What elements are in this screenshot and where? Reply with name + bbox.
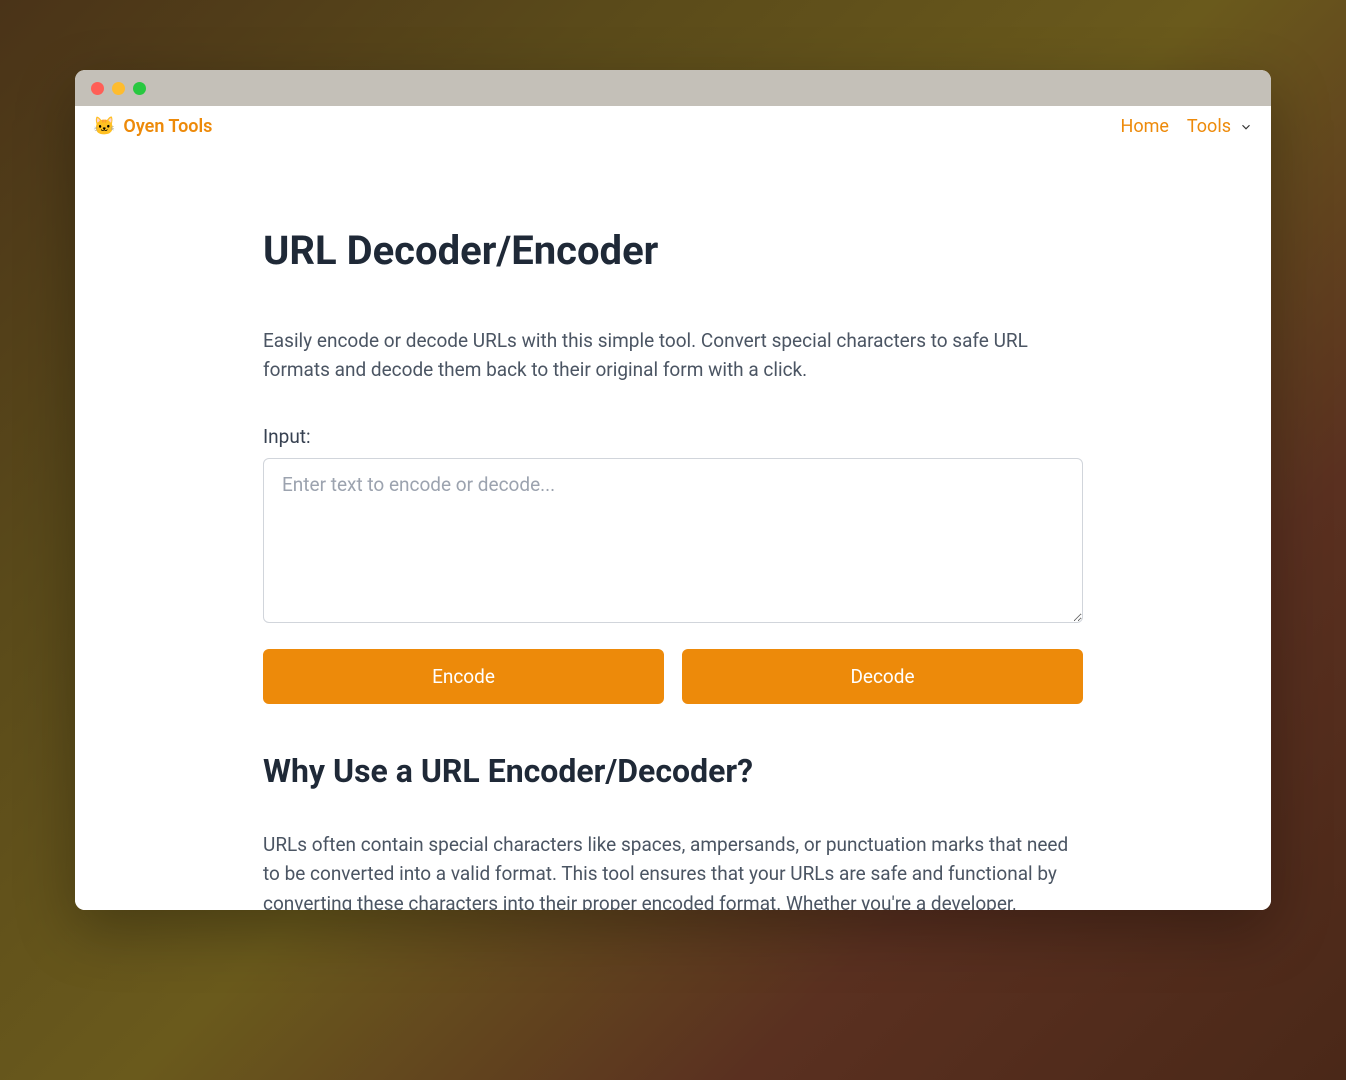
- page-title: URL Decoder/Encoder: [263, 227, 1083, 274]
- chevron-down-icon: [1239, 120, 1253, 134]
- nav-home-link[interactable]: Home: [1120, 116, 1168, 137]
- nav-tools-label: Tools: [1187, 116, 1231, 137]
- brand-name: Oyen Tools: [123, 116, 212, 137]
- browser-window: 🐱 Oyen Tools Home Tools URL Decoder/Enco…: [75, 70, 1271, 910]
- section-title: Why Use a URL Encoder/Decoder?: [263, 752, 1083, 790]
- navbar: 🐱 Oyen Tools Home Tools: [75, 106, 1271, 147]
- brand-link[interactable]: 🐱 Oyen Tools: [93, 116, 212, 137]
- close-window-button[interactable]: [91, 82, 104, 95]
- maximize-window-button[interactable]: [133, 82, 146, 95]
- page-content: 🐱 Oyen Tools Home Tools URL Decoder/Enco…: [75, 106, 1271, 910]
- encode-button[interactable]: Encode: [263, 649, 664, 704]
- minimize-window-button[interactable]: [112, 82, 125, 95]
- button-row: Encode Decode: [263, 649, 1083, 704]
- nav-tools-dropdown[interactable]: Tools: [1187, 116, 1253, 137]
- brand-icon: 🐱: [93, 116, 115, 137]
- decode-button[interactable]: Decode: [682, 649, 1083, 704]
- input-label: Input:: [263, 425, 1083, 448]
- section-text: URLs often contain special characters li…: [263, 830, 1083, 910]
- page-description: Easily encode or decode URLs with this s…: [263, 326, 1083, 385]
- input-textarea[interactable]: [263, 458, 1083, 623]
- window-titlebar: [75, 70, 1271, 106]
- main-container: URL Decoder/Encoder Easily encode or dec…: [263, 147, 1083, 910]
- nav-links: Home Tools: [1120, 116, 1253, 137]
